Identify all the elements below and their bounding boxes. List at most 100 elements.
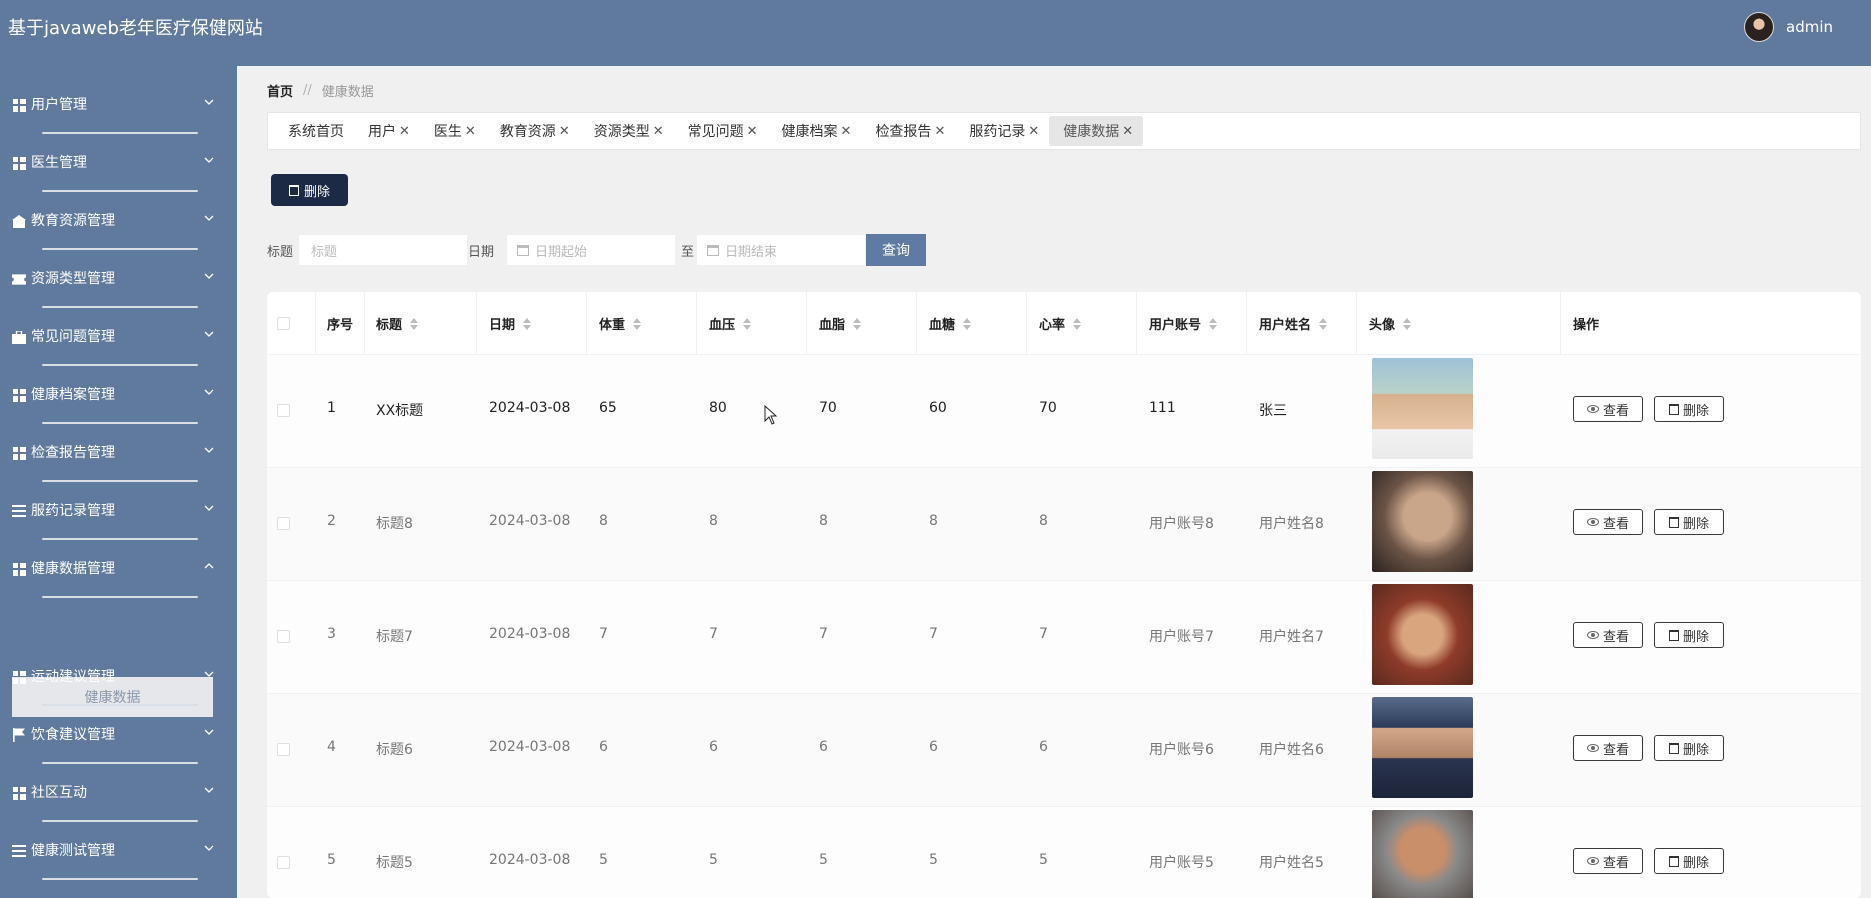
sidebar-item-faq[interactable]: 常见问题管理 bbox=[0, 308, 237, 366]
query-button[interactable]: 查询 bbox=[866, 234, 927, 266]
row-checkbox[interactable] bbox=[277, 743, 290, 756]
cell-blood-pressure: 5 bbox=[709, 852, 718, 868]
header-heart-rate[interactable]: 心率 bbox=[1039, 314, 1082, 333]
delete-button[interactable]: 删除 bbox=[1654, 848, 1724, 874]
sort-icon[interactable] bbox=[410, 317, 419, 330]
sidebar-item-health-tests[interactable]: 健康测试管理 bbox=[0, 822, 237, 880]
sort-icon[interactable] bbox=[633, 317, 642, 330]
row-checkbox[interactable] bbox=[277, 856, 290, 869]
sidebar-item-doctors[interactable]: 医生管理 bbox=[0, 134, 237, 192]
header-blood-pressure[interactable]: 血压 bbox=[709, 314, 752, 333]
tab-users[interactable]: 用户 ✕ bbox=[354, 116, 420, 146]
tab-health-records[interactable]: 健康档案 ✕ bbox=[768, 116, 862, 146]
cell-account: 用户账号7 bbox=[1149, 629, 1214, 645]
close-icon[interactable]: ✕ bbox=[559, 124, 570, 139]
tab-education[interactable]: 教育资源 ✕ bbox=[486, 116, 580, 146]
select-all-checkbox[interactable] bbox=[277, 317, 290, 330]
avatar-image[interactable] bbox=[1372, 810, 1473, 898]
sidebar-item-diet[interactable]: 饮食建议管理 bbox=[0, 706, 237, 764]
sort-icon[interactable] bbox=[1319, 317, 1328, 330]
sort-icon[interactable] bbox=[523, 317, 532, 330]
header-blood-lipid[interactable]: 血脂 bbox=[819, 314, 862, 333]
batch-delete-button[interactable]: 删除 bbox=[271, 174, 348, 206]
user-menu[interactable]: admin bbox=[1744, 12, 1833, 42]
view-button[interactable]: 查看 bbox=[1573, 622, 1643, 648]
sort-icon[interactable] bbox=[853, 317, 862, 330]
bars-icon bbox=[12, 844, 26, 858]
sidebar-item-label: 服药记录管理 bbox=[31, 503, 115, 519]
close-icon[interactable]: ✕ bbox=[747, 124, 758, 139]
header-label: 血压 bbox=[709, 318, 736, 333]
tab-medication[interactable]: 服药记录 ✕ bbox=[955, 116, 1049, 146]
delete-label: 删除 bbox=[1682, 403, 1709, 419]
sort-icon[interactable] bbox=[1209, 317, 1218, 330]
tab-reports[interactable]: 检查报告 ✕ bbox=[861, 116, 955, 146]
tab-health-data[interactable]: 健康数据 ✕ bbox=[1049, 116, 1144, 146]
view-button[interactable]: 查看 bbox=[1573, 848, 1643, 874]
chevron-down-icon bbox=[204, 157, 214, 163]
tab-doctors[interactable]: 医生 ✕ bbox=[420, 116, 486, 146]
close-icon[interactable]: ✕ bbox=[1122, 124, 1133, 139]
cell-title: 标题5 bbox=[376, 855, 413, 871]
header-title[interactable]: 标题 bbox=[376, 314, 419, 333]
close-icon[interactable]: ✕ bbox=[399, 124, 410, 139]
sort-icon[interactable] bbox=[743, 317, 752, 330]
sidebar-item-medication[interactable]: 服药记录管理 bbox=[0, 482, 237, 540]
sidebar-item-community[interactable]: 社区互动 bbox=[0, 764, 237, 822]
header-date[interactable]: 日期 bbox=[489, 314, 532, 333]
avatar-image[interactable] bbox=[1372, 471, 1473, 572]
delete-button[interactable]: 删除 bbox=[1654, 396, 1724, 422]
header-label: 用户姓名 bbox=[1259, 318, 1312, 333]
sort-icon[interactable] bbox=[963, 317, 972, 330]
cell-blood-pressure: 6 bbox=[709, 739, 718, 755]
delete-label: 删除 bbox=[1682, 855, 1709, 871]
close-icon[interactable]: ✕ bbox=[653, 124, 664, 139]
close-icon[interactable]: ✕ bbox=[841, 124, 852, 139]
header-avatar[interactable]: 头像 bbox=[1369, 314, 1412, 333]
delete-button[interactable]: 删除 bbox=[1654, 509, 1724, 535]
sidebar-item-reports[interactable]: 检查报告管理 bbox=[0, 424, 237, 482]
header-name[interactable]: 用户姓名 bbox=[1259, 314, 1328, 333]
date-start-placeholder: 日期起始 bbox=[535, 244, 588, 260]
close-icon[interactable]: ✕ bbox=[465, 124, 476, 139]
date-start-input[interactable]: 日期起始 bbox=[506, 234, 677, 266]
header-actions: 操作 bbox=[1573, 318, 1600, 333]
tab-resource-types[interactable]: 资源类型 ✕ bbox=[580, 116, 674, 146]
cell-name: 用户姓名8 bbox=[1259, 516, 1324, 532]
cell-title: XX标题 bbox=[376, 403, 424, 419]
avatar-image[interactable] bbox=[1372, 358, 1473, 459]
sort-icon[interactable] bbox=[1403, 317, 1412, 330]
header-account[interactable]: 用户账号 bbox=[1149, 314, 1218, 333]
close-icon[interactable]: ✕ bbox=[934, 124, 945, 139]
view-button[interactable]: 查看 bbox=[1573, 509, 1643, 535]
delete-button[interactable]: 删除 bbox=[1654, 622, 1724, 648]
view-button[interactable]: 查看 bbox=[1573, 735, 1643, 761]
sidebar-item-resource-types[interactable]: 资源类型管理 bbox=[0, 250, 237, 308]
cell-blood-sugar: 7 bbox=[929, 626, 938, 642]
row-checkbox[interactable] bbox=[277, 404, 290, 417]
view-button[interactable]: 查看 bbox=[1573, 396, 1643, 422]
delete-button[interactable]: 删除 bbox=[1654, 735, 1724, 761]
avatar-image[interactable] bbox=[1372, 584, 1473, 685]
sidebar-item-users[interactable]: 用户管理 bbox=[0, 76, 237, 134]
header-blood-sugar[interactable]: 血糖 bbox=[929, 314, 972, 333]
date-end-input[interactable]: 日期结束 bbox=[696, 234, 867, 266]
user-name[interactable]: admin bbox=[1786, 18, 1833, 36]
cell-blood-sugar: 6 bbox=[929, 739, 938, 755]
chevron-down-icon bbox=[204, 787, 214, 793]
close-icon[interactable]: ✕ bbox=[1028, 124, 1039, 139]
sidebar-item-education[interactable]: 教育资源管理 bbox=[0, 192, 237, 250]
sort-icon[interactable] bbox=[1073, 317, 1082, 330]
title-search-input[interactable]: 标题 bbox=[298, 234, 469, 266]
sidebar-item-exercise[interactable]: 运动建议管理 bbox=[0, 648, 237, 706]
avatar-image[interactable] bbox=[1372, 697, 1473, 798]
tab-home[interactable]: 系统首页 bbox=[274, 116, 354, 146]
tab-faq[interactable]: 常见问题 ✕ bbox=[674, 116, 768, 146]
row-checkbox[interactable] bbox=[277, 517, 290, 530]
breadcrumb-home[interactable]: 首页 bbox=[267, 81, 293, 100]
sidebar-item-health-data[interactable]: 健康数据管理 bbox=[0, 540, 237, 598]
row-checkbox[interactable] bbox=[277, 630, 290, 643]
user-avatar[interactable] bbox=[1744, 12, 1774, 42]
sidebar-item-health-records[interactable]: 健康档案管理 bbox=[0, 366, 237, 424]
header-weight[interactable]: 体重 bbox=[599, 314, 642, 333]
